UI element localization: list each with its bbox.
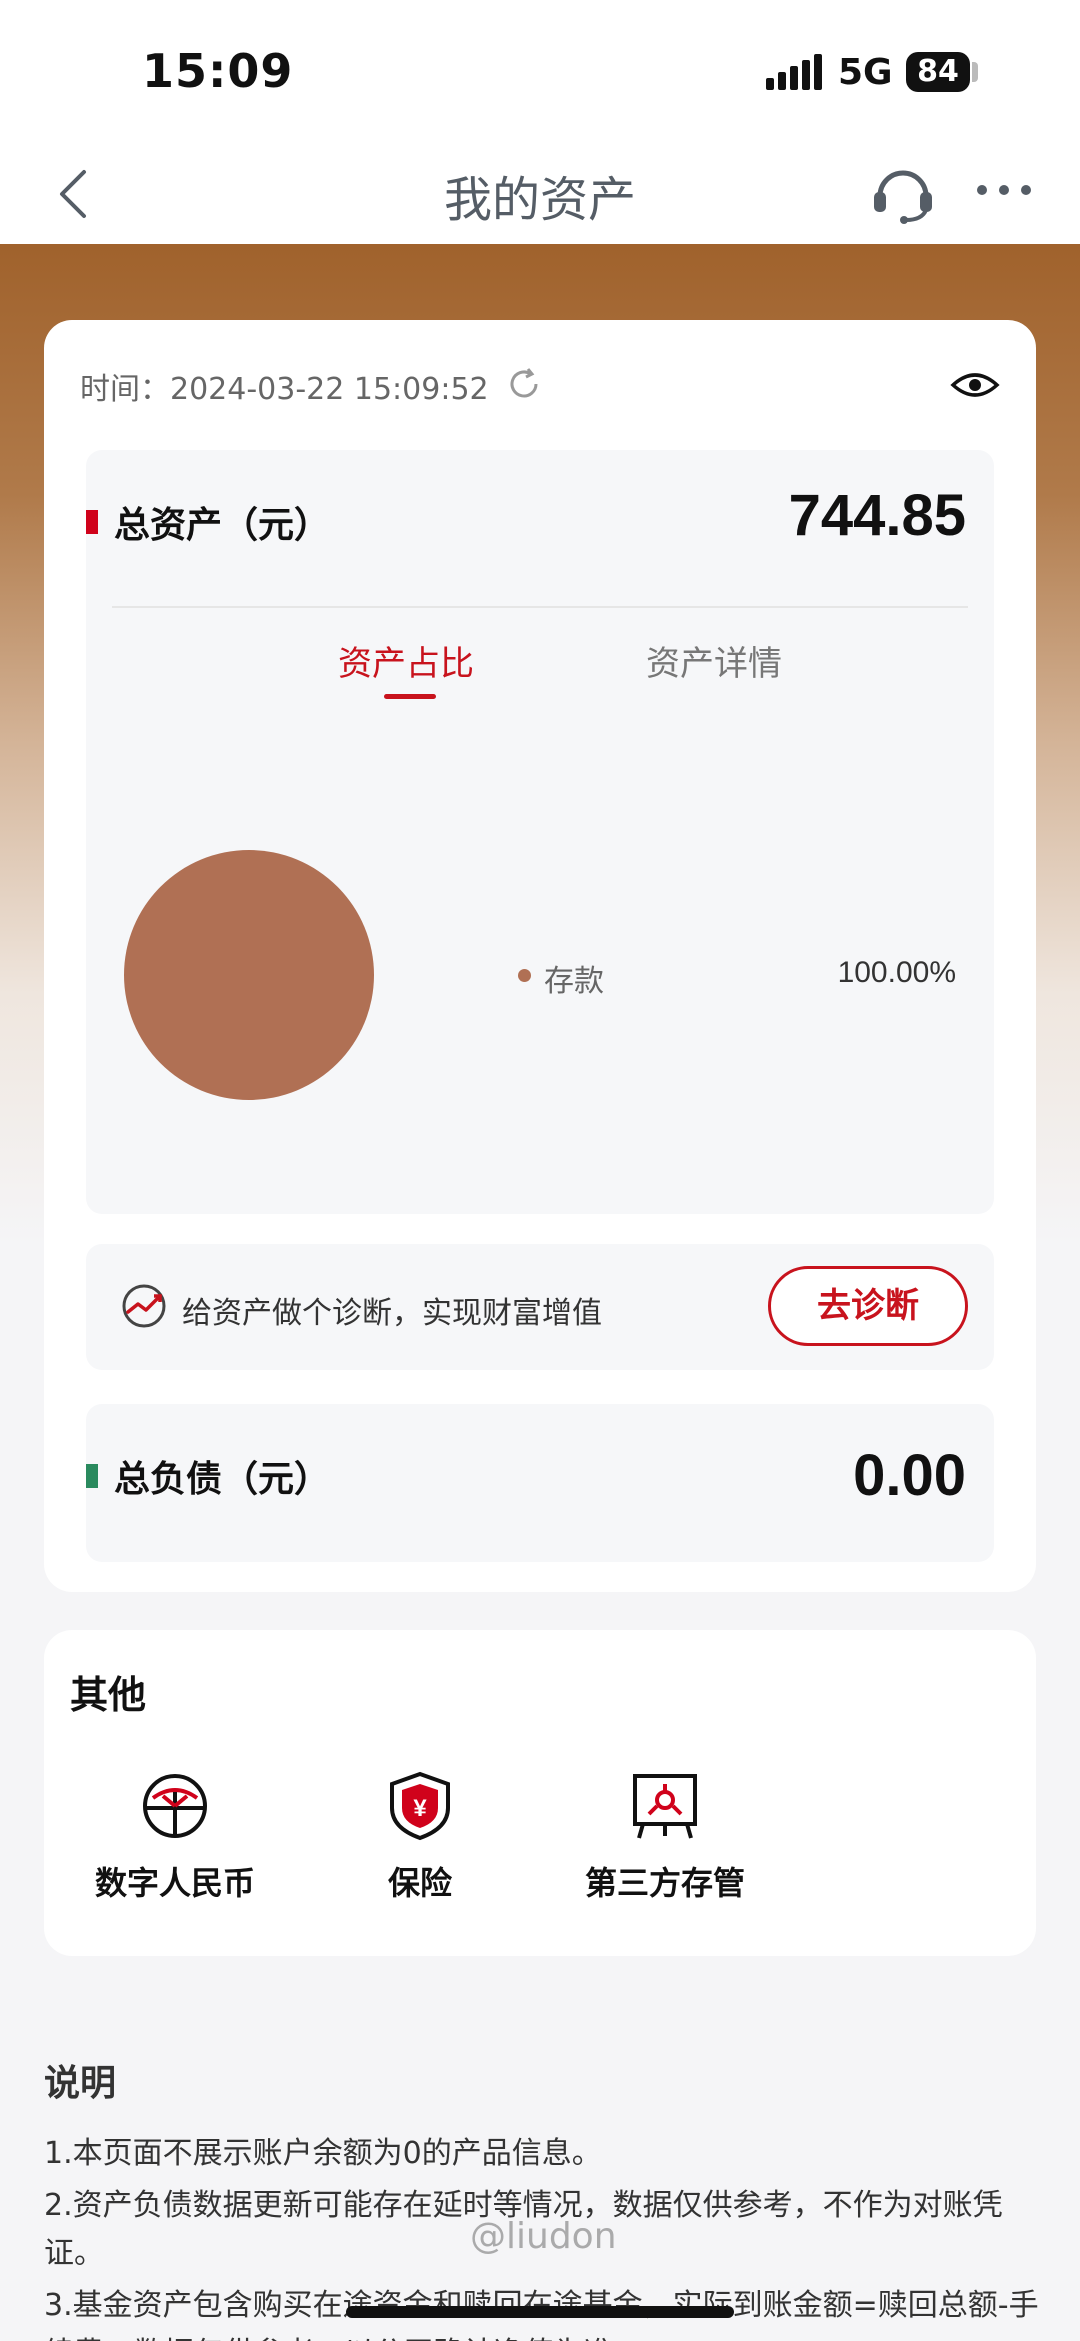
active-tab-indicator [384, 694, 436, 699]
more-icon[interactable] [974, 180, 1034, 200]
notes-title: 说明 [44, 2063, 117, 2104]
refresh-icon[interactable] [506, 366, 542, 402]
insurance-shield-icon: ¥ [390, 1771, 450, 1841]
diagnosis-chart-icon [122, 1284, 166, 1328]
asset-accent-bar [86, 510, 98, 534]
total-debt-panel: 总负债（元） 0.00 [86, 1404, 994, 1562]
total-debt-value: 0.00 [853, 1443, 966, 1508]
legend-label-deposit: 存款 [544, 964, 604, 999]
note-line: 1.本页面不展示账户余额为0的产品信息。 [44, 2136, 602, 2171]
diagnosis-text: 给资产做个诊断，实现财富增值 [182, 1296, 602, 1331]
debt-accent-bar [86, 1464, 98, 1488]
signal-icon [766, 54, 822, 90]
other-item-label: 第三方存管 [584, 1864, 745, 1902]
notes-section: 说明 1.本页面不展示账户余额为0的产品信息。 2.资产负债数据更新可能存在延时… [44, 2054, 1044, 2341]
total-assets-value: 744.85 [788, 483, 966, 548]
diagnose-button[interactable]: 去诊断 [768, 1266, 968, 1346]
battery-icon: 84 [906, 52, 970, 92]
status-time: 15:09 [142, 44, 294, 98]
other-title: 其他 [70, 1673, 147, 1717]
network-type: 5G [838, 52, 893, 93]
digital-rmb-icon [143, 1774, 207, 1838]
diagnosis-banner: 给资产做个诊断，实现财富增值 去诊断 [86, 1244, 994, 1370]
other-item-third-party-custody[interactable]: 第三方存管 [560, 1770, 770, 1904]
other-item-digital-rmb[interactable]: 数字人民币 [70, 1770, 280, 1904]
tab-asset-details[interactable]: 资产详情 [646, 636, 782, 685]
total-assets-panel: 总资产（元） 744.85 资产占比 资产详情 存款 100.00% [86, 450, 994, 1214]
other-item-label: 保险 [387, 1864, 452, 1902]
asset-pie-chart [124, 850, 374, 1100]
battery-cap [972, 62, 978, 82]
divider [112, 606, 968, 608]
update-time: 时间：2024-03-22 15:09:52 [80, 372, 489, 407]
third-party-custody-icon [633, 1774, 697, 1839]
other-card: 其他 数字人民币 ¥ 保险 第三方存管 [44, 1630, 1036, 1956]
total-assets-label: 总资产（元） [114, 505, 331, 546]
assets-card: 时间：2024-03-22 15:09:52 总资产（元） 744.85 资产占… [44, 320, 1036, 1592]
home-indicator [346, 2306, 734, 2318]
legend-dot [518, 969, 531, 982]
headset-icon[interactable] [870, 158, 936, 226]
nav-bar: 我的资产 [0, 140, 1080, 244]
watermark: @liudon [470, 2216, 617, 2257]
tab-asset-ratio[interactable]: 资产占比 [338, 636, 474, 685]
legend-value-deposit: 100.00% [837, 956, 956, 989]
total-debt-label: 总负债（元） [114, 1459, 331, 1500]
svg-text:¥: ¥ [413, 1795, 427, 1822]
pie-slice-0 [124, 850, 374, 1100]
status-bar: 15:09 5G 84 [0, 0, 1080, 140]
other-item-insurance[interactable]: ¥ 保险 [315, 1770, 525, 1904]
eye-icon[interactable] [950, 368, 1000, 402]
other-item-label: 数字人民币 [94, 1864, 255, 1902]
